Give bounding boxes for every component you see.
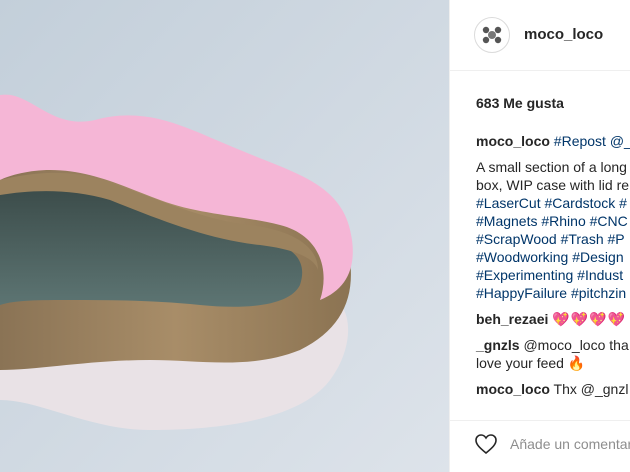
comment-text: love your feed [476,355,564,371]
comment-username[interactable]: moco_loco [476,381,550,397]
post-side-panel: moco_loco 683 Me gusta moco_loco #Repost… [449,0,630,472]
caption-line: A small section of a long [476,159,627,175]
caption-hashtags[interactable]: #HappyFailure #pitchzin [476,284,630,302]
comment-gnzls: _gnzls @moco_loco tha love your feed 🔥 [476,336,630,372]
divider [450,420,630,421]
post-image [0,0,449,472]
caption-hashtags[interactable]: #ScrapWood #Trash #P [476,230,630,248]
add-comment-bar [474,432,630,456]
caption-hashtags[interactable]: #Magnets #Rhino #CNC [476,212,630,230]
comment-input[interactable] [510,434,630,454]
caption-hashtags[interactable]: #LaserCut #Cardstock # [476,194,630,212]
comment-username[interactable]: moco_loco [476,133,550,149]
caption-line: box, WIP case with lid re [476,177,630,193]
post-author-username[interactable]: moco_loco [524,26,603,43]
hearts-emoji: 💖💖💖💖 [552,311,626,327]
avatar[interactable] [474,17,510,53]
comment-beh-rezaei: beh_rezaei 💖💖💖💖 [476,310,630,328]
caption-hashtags[interactable]: #Experimenting #Indust [476,266,630,284]
comment-username[interactable]: _gnzls [476,337,520,353]
comment-repost: moco_loco #Repost @_gnzls [476,132,630,150]
caption-hashtags[interactable]: #Woodworking #Design [476,248,630,266]
heart-outline-icon[interactable] [474,432,498,456]
comment-text: @moco_loco tha [523,337,629,353]
comment-text[interactable]: #Repost @_gnzls [554,133,630,149]
comments-list: moco_loco #Repost @_gnzls A small sectio… [476,132,630,406]
post-photo[interactable] [0,0,449,472]
likes-count[interactable]: 683 Me gusta [476,95,564,111]
fire-emoji: 🔥 [567,355,586,371]
avatar-logo [476,19,508,51]
caption: A small section of a long box, WIP case … [476,158,630,302]
comment-moco-loco-reply: moco_loco Thx @_gnzl [476,380,630,398]
post-header: moco_loco [450,0,630,71]
comment-text: Thx @_gnzl [553,381,629,397]
comment-username[interactable]: beh_rezaei [476,311,548,327]
